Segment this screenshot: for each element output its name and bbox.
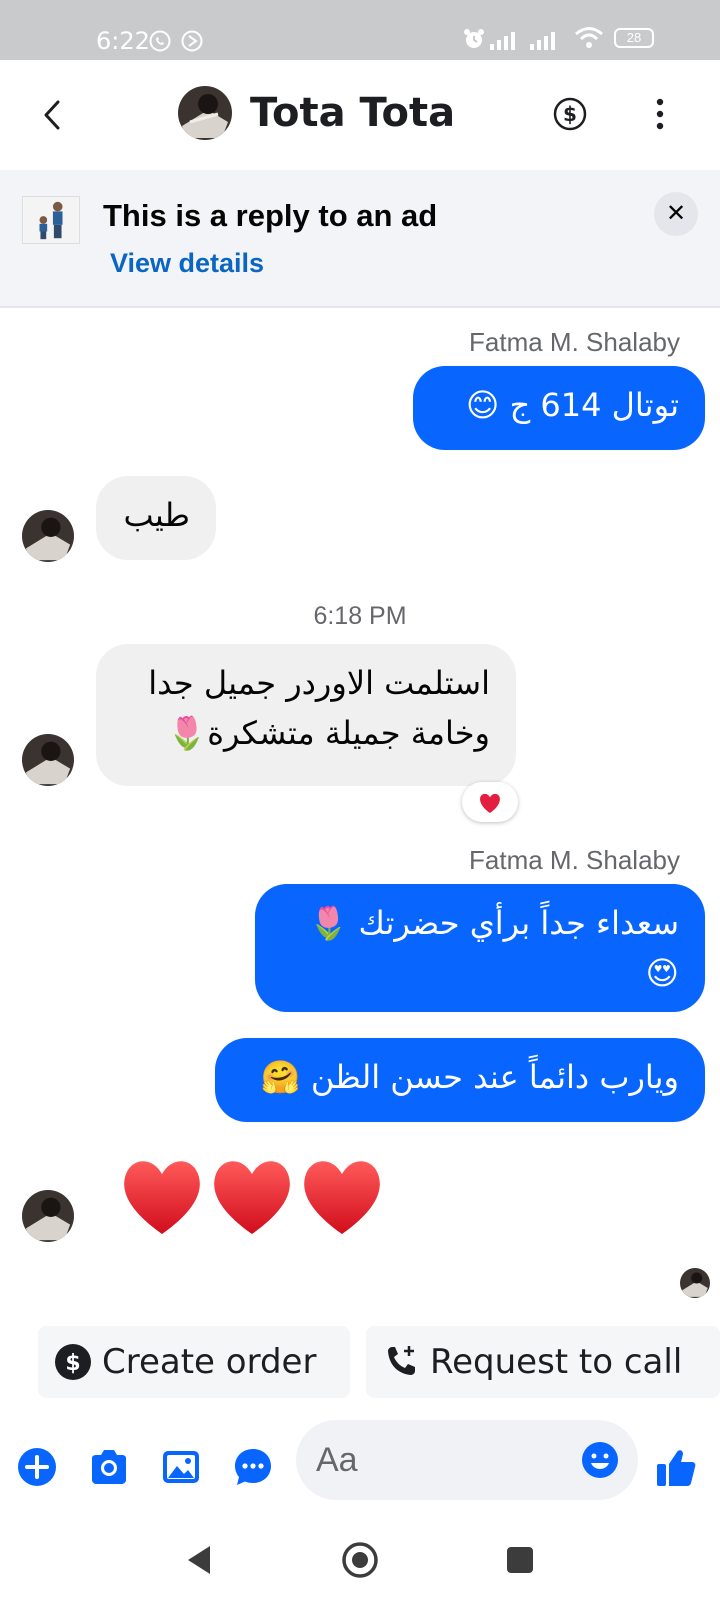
chat-bubble-icon[interactable]	[232, 1446, 274, 1488]
signal-2-icon	[530, 32, 555, 50]
request-to-call-label: Request to call	[430, 1342, 683, 1382]
sender-name: Fatma M. Shalaby	[469, 327, 680, 357]
message-line: وخامة جميلة متشكرة🌷	[167, 714, 490, 752]
nav-recents-icon[interactable]	[500, 1540, 540, 1580]
message-input-placeholder: Aa	[316, 1441, 358, 1479]
incoming-message[interactable]: طيب	[96, 476, 216, 560]
emoji-icon[interactable]	[580, 1440, 620, 1480]
thumbs-up-icon[interactable]	[654, 1446, 698, 1490]
create-order-label: Create order	[102, 1342, 317, 1382]
contact-avatar-small	[22, 734, 74, 786]
navigation-icon	[181, 30, 203, 52]
status-bar: 6:22 28	[0, 0, 720, 60]
wifi-icon	[575, 27, 603, 48]
whatsapp-icon	[149, 30, 171, 52]
message-input[interactable]: Aa	[296, 1420, 638, 1500]
sender-name: Fatma M. Shalaby	[469, 845, 680, 875]
heart-icon	[480, 793, 500, 813]
message-line: سعداء جداً برأي حضرتك 🌷	[308, 904, 679, 942]
message-timestamp: 6:18 PM	[313, 602, 407, 630]
contact-avatar-small	[22, 510, 74, 562]
view-details-link[interactable]: View details	[110, 245, 264, 281]
svg-text:$: $	[563, 102, 577, 126]
request-to-call-button[interactable]: Request to call	[366, 1326, 720, 1398]
payment-dollar-icon[interactable]: $	[552, 96, 588, 132]
nav-back-icon[interactable]	[180, 1540, 220, 1580]
gallery-image-icon[interactable]	[160, 1446, 202, 1488]
battery-icon: 28	[614, 28, 654, 48]
ad-reply-banner: This is a reply to an ad View details ✕	[0, 170, 720, 308]
nav-home-icon[interactable]	[340, 1540, 380, 1580]
close-banner-button[interactable]: ✕	[654, 192, 698, 236]
svg-text:$: $	[65, 1351, 80, 1376]
system-nav-bar	[0, 1520, 720, 1600]
ad-thumbnail[interactable]	[22, 196, 80, 244]
create-order-button[interactable]: $ Create order	[38, 1326, 350, 1398]
incoming-message[interactable]: استلمت الاوردر جميل جدا وخامة جميلة متشك…	[96, 644, 516, 786]
outgoing-message[interactable]: سعداء جداً برأي حضرتك 🌷 😍	[255, 884, 705, 1012]
seen-indicator-avatar	[680, 1268, 710, 1298]
camera-icon[interactable]	[88, 1446, 130, 1488]
more-options-icon[interactable]	[650, 96, 670, 132]
status-time: 6:22	[96, 27, 150, 55]
message-line: 😍	[645, 954, 679, 992]
heart-reaction[interactable]	[462, 782, 518, 822]
three-hearts-icon	[124, 1161, 380, 1234]
messenger-chat-screen: 6:22 28 Tota Tota $ This is a reply to a…	[0, 0, 720, 1600]
ad-banner-title: This is a reply to an ad	[103, 198, 438, 233]
signal-icon	[490, 32, 515, 50]
back-arrow-icon[interactable]	[36, 90, 72, 140]
alarm-icon	[464, 29, 484, 48]
contact-name[interactable]: Tota Tota	[250, 88, 455, 138]
dollar-circle-icon: $	[55, 1344, 91, 1380]
chat-header: Tota Tota $	[0, 60, 720, 170]
phone-add-icon	[388, 1346, 415, 1375]
hearts-message[interactable]	[118, 1148, 388, 1244]
contact-avatar-small	[22, 1190, 74, 1242]
outgoing-message[interactable]: توتال 614 ج 😊	[413, 366, 705, 450]
plus-icon[interactable]	[16, 1446, 58, 1488]
message-line: استلمت الاوردر جميل جدا	[148, 664, 490, 702]
contact-avatar[interactable]	[178, 86, 232, 140]
outgoing-message[interactable]: ويارب دائماً عند حسن الظن 🤗	[215, 1038, 705, 1122]
